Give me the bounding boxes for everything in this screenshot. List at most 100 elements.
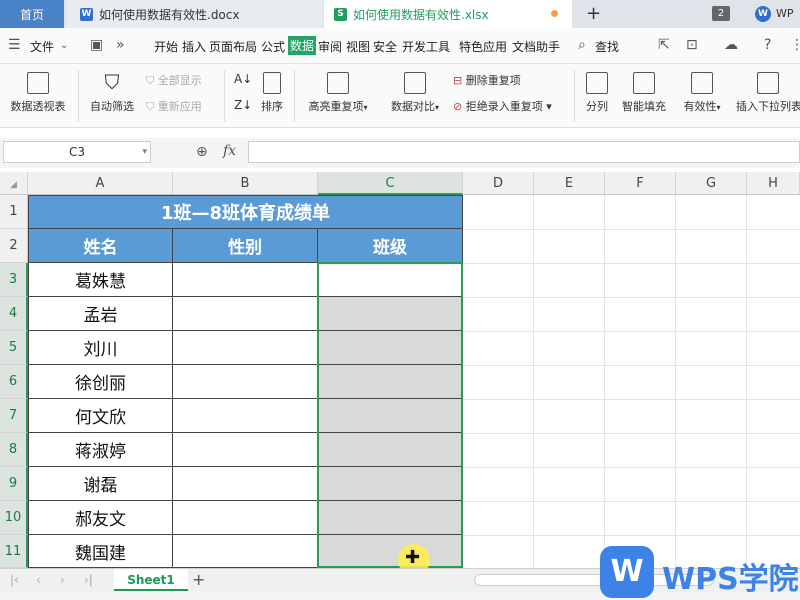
gender-cell[interactable] — [173, 399, 318, 433]
next-sheet-icon[interactable]: › — [60, 573, 65, 587]
name-cell[interactable]: 谢磊 — [28, 467, 173, 501]
gender-cell[interactable] — [173, 365, 318, 399]
tab-home[interactable]: 首页 — [0, 0, 64, 28]
select-all-corner[interactable]: ◢ — [0, 172, 28, 195]
sheet-title-cell[interactable]: 1班—8班体育成绩单 — [28, 195, 463, 229]
sort-button[interactable]: 排序 — [258, 72, 286, 114]
column-header-e[interactable]: E — [534, 172, 605, 195]
validity-button[interactable]: 有效性▾ — [678, 72, 726, 114]
column-header-g[interactable]: G — [676, 172, 747, 195]
gender-cell[interactable] — [173, 467, 318, 501]
window-count-badge[interactable]: 2 — [712, 6, 730, 21]
row-header-2[interactable]: 2 — [0, 229, 28, 263]
wps-account-icon[interactable]: W — [755, 6, 771, 22]
class-cell-active[interactable] — [318, 263, 463, 297]
gender-cell[interactable] — [173, 501, 318, 535]
gender-cell[interactable] — [173, 263, 318, 297]
gender-cell[interactable] — [173, 331, 318, 365]
chevron-down-icon[interactable]: ⌄ — [60, 40, 68, 51]
column-header-c[interactable]: C — [318, 172, 463, 195]
gender-cell[interactable] — [173, 535, 318, 568]
spreadsheet-grid[interactable]: ◢ A B C D E F G H 1 2 3 4 5 6 7 8 9 10 1… — [0, 172, 800, 568]
menu-security[interactable]: 安全 — [373, 38, 397, 55]
row-header-1[interactable]: 1 — [0, 195, 28, 229]
name-cell[interactable]: 何文欣 — [28, 399, 173, 433]
column-header-f[interactable]: F — [605, 172, 676, 195]
more-options-icon[interactable]: ⋮ — [790, 37, 800, 53]
name-cell[interactable]: 孟岩 — [28, 297, 173, 331]
pivot-table-button[interactable]: 数据透视表 — [6, 72, 70, 114]
header-cell-gender[interactable]: 性别 — [173, 229, 318, 263]
show-all-button[interactable]: ⛉ 全部显示 — [146, 72, 202, 88]
hamburger-icon[interactable]: ☰ — [8, 37, 21, 53]
name-cell[interactable]: 徐创丽 — [28, 365, 173, 399]
name-box[interactable]: C3 ▾ — [3, 141, 151, 163]
column-header-h[interactable]: H — [747, 172, 800, 195]
formula-input[interactable] — [248, 141, 800, 163]
highlight-duplicates-button[interactable]: 高亮重复项▾ — [302, 72, 374, 114]
name-cell[interactable]: 葛姝慧 — [28, 263, 173, 297]
class-cell[interactable] — [318, 535, 463, 568]
more-icon[interactable]: » — [116, 37, 125, 53]
new-tab-button[interactable]: + — [586, 3, 601, 24]
unsaved-dot-icon[interactable] — [551, 10, 558, 17]
column-header-a[interactable]: A — [28, 172, 173, 195]
data-compare-button[interactable]: 数据对比▾ — [384, 72, 446, 114]
help-icon[interactable]: ? — [764, 37, 771, 53]
tab-xlsx[interactable]: S 如何使用数据有效性.xlsx — [324, 0, 572, 28]
gender-cell[interactable] — [173, 433, 318, 467]
row-header-5[interactable]: 5 — [0, 331, 28, 365]
menu-review[interactable]: 审阅 — [318, 38, 342, 55]
remove-duplicates-button[interactable]: ⊟ 删除重复项 — [453, 72, 521, 88]
insert-dropdown-button[interactable]: 插入下拉列表 — [736, 72, 800, 114]
class-cell[interactable] — [318, 467, 463, 501]
column-header-d[interactable]: D — [463, 172, 534, 195]
reject-duplicates-button[interactable]: ⊘ 拒绝录入重复项 ▾ — [453, 98, 552, 114]
name-cell[interactable]: 刘川 — [28, 331, 173, 365]
chevron-down-icon[interactable]: ▾ — [142, 142, 147, 162]
header-cell-name[interactable]: 姓名 — [28, 229, 173, 263]
gender-cell[interactable] — [173, 297, 318, 331]
column-header-b[interactable]: B — [173, 172, 318, 195]
add-sheet-button[interactable]: + — [192, 570, 205, 589]
header-cell-class[interactable]: 班级 — [318, 229, 463, 263]
menu-special-apps[interactable]: 特色应用 — [459, 38, 507, 55]
row-header-9[interactable]: 9 — [0, 467, 28, 501]
menu-view[interactable]: 视图 — [346, 38, 370, 55]
first-sheet-icon[interactable]: |‹ — [10, 573, 19, 587]
menu-data[interactable]: 数据 — [288, 36, 317, 55]
menu-page-layout[interactable]: 页面布局 — [209, 38, 257, 55]
smart-fill-button[interactable]: 智能填充 — [618, 72, 670, 114]
class-cell[interactable] — [318, 433, 463, 467]
name-cell[interactable]: 蒋淑婷 — [28, 433, 173, 467]
sort-asc-icon[interactable]: A↓ — [234, 72, 252, 86]
menu-developer[interactable]: 开发工具 — [402, 38, 450, 55]
menu-file[interactable]: 文件 — [30, 38, 54, 55]
row-header-4[interactable]: 4 — [0, 297, 28, 331]
auto-filter-button[interactable]: ⛉ 自动筛选 — [88, 72, 136, 114]
class-cell[interactable] — [318, 331, 463, 365]
account-label[interactable]: WP — [776, 7, 794, 20]
search-icon[interactable]: ⌕ — [578, 37, 586, 53]
row-header-8[interactable]: 8 — [0, 433, 28, 467]
sheet-tab-sheet1[interactable]: Sheet1 — [114, 569, 188, 591]
cloud-sync-icon[interactable]: ☁ — [724, 37, 738, 53]
sort-desc-icon[interactable]: Z↓ — [234, 98, 252, 112]
class-cell[interactable] — [318, 297, 463, 331]
save-icon[interactable]: ▣ — [90, 37, 103, 53]
row-header-10[interactable]: 10 — [0, 501, 28, 535]
row-header-6[interactable]: 6 — [0, 365, 28, 399]
tab-docx[interactable]: W 如何使用数据有效性.docx — [66, 0, 322, 28]
last-sheet-icon[interactable]: ›| — [84, 573, 93, 587]
search-button[interactable]: 查找 — [595, 38, 619, 55]
function-icon[interactable]: fx — [223, 143, 236, 159]
zoom-icon[interactable]: ⊕ — [196, 144, 208, 160]
row-header-11[interactable]: 11 — [0, 535, 28, 568]
menu-insert[interactable]: 插入 — [182, 38, 206, 55]
row-header-7[interactable]: 7 — [0, 399, 28, 433]
name-cell[interactable]: 郝友文 — [28, 501, 173, 535]
name-cell[interactable]: 魏国建 — [28, 535, 173, 568]
menu-start[interactable]: 开始 — [154, 38, 178, 55]
split-column-button[interactable]: 分列 — [582, 72, 612, 114]
share-icon[interactable]: ⇱ — [658, 37, 670, 53]
